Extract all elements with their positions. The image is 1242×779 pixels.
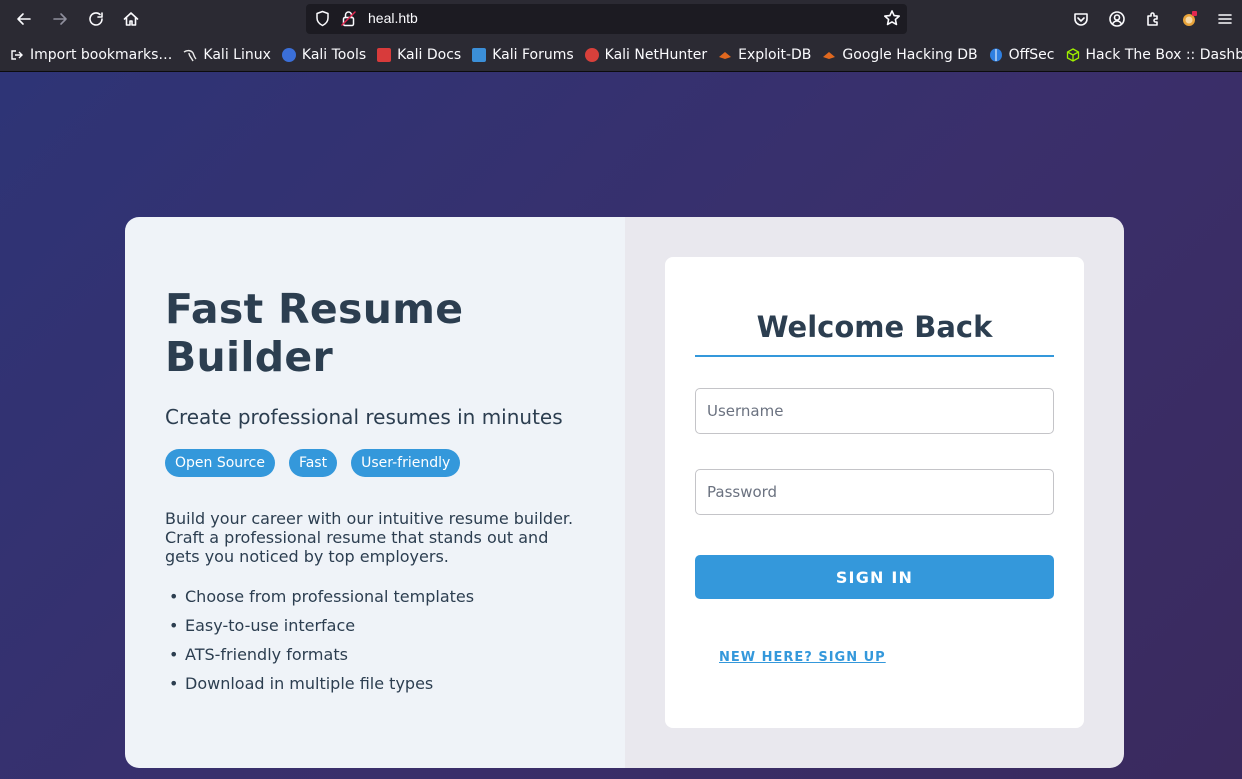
sign-in-button[interactable]: SIGN IN xyxy=(695,555,1054,599)
bookmarks-bar: Import bookmarks… Kali Linux Kali Tools … xyxy=(0,39,1242,72)
bookmark-ghdb[interactable]: Google Hacking DB xyxy=(822,47,978,63)
url-text[interactable]: heal.htb xyxy=(368,10,418,26)
feature-item: ATS-friendly formats xyxy=(165,640,585,669)
bookmark-label: Import bookmarks… xyxy=(30,47,173,63)
feature-item: Choose from professional templates xyxy=(165,582,585,611)
kali-docs-icon xyxy=(377,48,392,62)
feature-list: Choose from professional templates Easy-… xyxy=(165,582,585,698)
kali-tools-icon xyxy=(281,48,296,62)
browser-toolbar: heal.htb xyxy=(0,0,1242,39)
bookmark-kali-forums[interactable]: Kali Forums xyxy=(472,47,574,63)
main-card: Fast Resume Builder Create professional … xyxy=(125,217,1124,768)
bookmark-exploit-db[interactable]: Exploit-DB xyxy=(718,47,811,63)
password-input[interactable] xyxy=(695,469,1054,515)
bookmark-label: OffSec xyxy=(1008,47,1055,63)
login-form: Welcome Back SIGN IN NEW HERE? SIGN UP xyxy=(665,257,1084,728)
tag-list: Open Source Fast User-friendly xyxy=(165,449,585,477)
bookmark-label: Hack The Box :: Dashb… xyxy=(1085,47,1242,63)
feature-item: Download in multiple file types xyxy=(165,669,585,698)
bookmark-kali-nethunter[interactable]: Kali NetHunter xyxy=(584,47,708,63)
bookmark-kali-tools[interactable]: Kali Tools xyxy=(281,47,367,63)
bookmark-label: Kali Forums xyxy=(492,47,574,63)
page-content: Fast Resume Builder Create professional … xyxy=(0,72,1242,779)
login-title: Welcome Back xyxy=(695,257,1054,357)
feature-item: Easy-to-use interface xyxy=(165,611,585,640)
menu-icon[interactable] xyxy=(1212,6,1238,32)
hero-title: Fast Resume Builder xyxy=(165,285,464,381)
account-icon[interactable] xyxy=(1104,6,1130,32)
reload-icon[interactable] xyxy=(83,6,109,32)
bookmark-import[interactable]: Import bookmarks… xyxy=(10,47,172,63)
sign-up-link[interactable]: NEW HERE? SIGN UP xyxy=(719,650,886,665)
login-panel: Welcome Back SIGN IN NEW HERE? SIGN UP xyxy=(625,217,1124,768)
back-icon[interactable] xyxy=(11,6,37,32)
kali-nethunter-icon xyxy=(584,48,599,62)
extensions-icon[interactable] xyxy=(1140,6,1166,32)
forward-icon[interactable] xyxy=(47,6,73,32)
bookmark-label: Kali Docs xyxy=(397,47,462,63)
bookmark-kali-linux[interactable]: Kali Linux xyxy=(183,47,271,63)
tracking-shield-icon[interactable] xyxy=(314,10,331,31)
bookmark-label: Kali NetHunter xyxy=(604,47,708,63)
import-icon xyxy=(10,48,24,62)
lock-insecure-icon[interactable] xyxy=(340,10,357,31)
bookmark-hack-the-box[interactable]: Hack The Box :: Dashb… xyxy=(1066,47,1242,63)
bookmark-label: Kali Linux xyxy=(203,47,271,63)
home-icon[interactable] xyxy=(118,6,144,32)
hero-panel: Fast Resume Builder Create professional … xyxy=(125,217,625,768)
bookmark-offsec[interactable]: OffSec xyxy=(989,47,1055,63)
firefox-profile-icon[interactable] xyxy=(1176,6,1202,32)
ghdb-icon xyxy=(822,48,836,62)
bookmark-label: Kali Tools xyxy=(301,47,367,63)
tag-open-source: Open Source xyxy=(165,449,275,477)
kali-forums-icon xyxy=(472,48,487,62)
bookmark-label: Exploit-DB xyxy=(738,47,812,63)
bookmark-star-icon[interactable] xyxy=(883,9,901,31)
bookmark-kali-docs[interactable]: Kali Docs xyxy=(377,47,461,63)
htb-icon xyxy=(1066,48,1080,62)
exploit-db-icon xyxy=(718,48,732,62)
bookmark-label: Google Hacking DB xyxy=(842,47,978,63)
hero-description: Build your career with our intuitive res… xyxy=(165,509,574,566)
pocket-icon[interactable] xyxy=(1068,6,1094,32)
offsec-icon xyxy=(989,48,1003,62)
url-bar[interactable]: heal.htb xyxy=(306,4,907,34)
username-input[interactable] xyxy=(695,388,1054,434)
hero-subtitle: Create professional resumes in minutes xyxy=(165,405,563,429)
tag-user-friendly: User-friendly xyxy=(351,449,461,477)
tag-fast: Fast xyxy=(288,449,338,477)
kali-dragon-icon xyxy=(183,48,197,62)
